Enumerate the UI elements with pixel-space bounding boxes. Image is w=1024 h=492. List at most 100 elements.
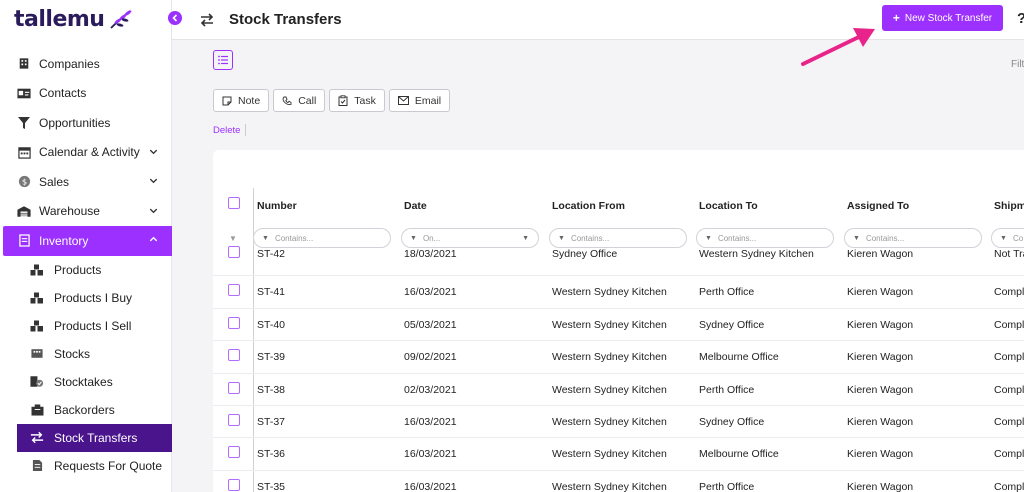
sidebar-subitem-requests-for-quote[interactable]: Requests For Quote [0, 452, 172, 480]
cell-date: 05/03/2021 [404, 318, 457, 331]
column-header-location-from[interactable]: Location From [552, 200, 625, 212]
delete-link[interactable]: Delete [213, 125, 240, 136]
sidebar-item-label: Sales [39, 174, 70, 189]
filter-label[interactable]: Filt [1011, 59, 1024, 70]
cell-location-to: Sydney Office [699, 318, 765, 331]
sidebar-item-warehouse[interactable]: Warehouse [0, 197, 172, 227]
table-row[interactable]: ST-36 16/03/2021 Western Sydney Kitchen Mel… [213, 438, 1024, 471]
sidebar-item-calendar-and-activity[interactable]: Calendar & Activity [0, 138, 172, 168]
new-stock-transfer-button[interactable]: + New Stock Transfer [882, 5, 1003, 31]
filter-icon: ▼ [558, 234, 565, 242]
column-header-number[interactable]: Number [257, 200, 297, 212]
note-icon [222, 96, 232, 105]
chevron-down-icon [148, 146, 160, 158]
cell-shipme: Not Tra [994, 248, 1024, 260]
cell-shipme: Compl [994, 448, 1024, 461]
cell-shipme: Compl [994, 351, 1024, 364]
row-checkbox[interactable] [228, 246, 240, 258]
sidebar-subitem-label: Requests For Quote [54, 458, 163, 473]
collapse-sidebar-button[interactable] [168, 11, 182, 25]
table-row[interactable]: ST-40 05/03/2021 Western Sydney Kitchen Syd… [213, 309, 1024, 342]
row-checkbox[interactable] [228, 414, 240, 426]
sidebar-subitem-stock-transfers[interactable]: Stock Transfers [17, 423, 172, 452]
cell-location-from: Western Sydney Kitchen [552, 351, 667, 364]
column-header-date[interactable]: Date [404, 200, 427, 212]
logo-text: tallemu [14, 6, 105, 32]
warehouse-icon [17, 204, 31, 218]
stock-transfers-grid: ▼ Number Date Location From Location To Assi… [213, 150, 1024, 492]
row-checkbox[interactable] [228, 349, 240, 362]
cell-assigned-to: Kieren Wagon [847, 448, 914, 461]
cell-number: ST-35 [257, 480, 286, 492]
sidebar-item-label: Opportunities [39, 115, 111, 130]
sidebar-nav: Companies Contacts Opportunities Calendar &… [0, 49, 172, 480]
call-button[interactable]: Call [273, 89, 326, 112]
sidebar-item-opportunities[interactable]: Opportunities [0, 108, 172, 138]
cell-location-from: Western Sydney Kitchen [552, 383, 667, 396]
table-row[interactable]: ST-41 16/03/2021 Western Sydney Kitchen Per… [213, 276, 1024, 309]
sidebar-item-contacts[interactable]: Contacts [0, 79, 172, 109]
filter-placeholder: Contains... [717, 233, 757, 243]
tallemu-logo[interactable]: tallemu [14, 4, 134, 34]
chevron-left-icon [172, 14, 178, 22]
cell-date: 18/03/2021 [404, 248, 457, 260]
phone-icon [282, 96, 292, 105]
table-row[interactable]: ST-39 09/02/2021 Western Sydney Kitchen Mel… [213, 341, 1024, 374]
document-icon [30, 459, 44, 473]
email-label: Email [414, 94, 442, 107]
row-checkbox[interactable] [228, 381, 240, 394]
sidebar-item-companies[interactable]: Companies [0, 49, 172, 79]
envelope-icon [397, 96, 409, 105]
filter-icon: ▼ [1000, 234, 1007, 242]
select-all-checkbox[interactable] [228, 197, 240, 209]
toolbar-divider [245, 124, 246, 136]
sidebar-subitem-products[interactable]: Products [0, 256, 172, 284]
sidebar-subitem-backorders[interactable]: Backorders [0, 396, 172, 424]
cell-location-to: Sydney Office [699, 416, 765, 428]
column-header-location-to[interactable]: Location To [699, 200, 758, 212]
row-checkbox[interactable] [228, 316, 240, 329]
filter-placeholder: Contains... [865, 233, 905, 243]
row-checkbox[interactable] [228, 478, 240, 491]
leaf-logo-icon [110, 10, 132, 29]
task-button[interactable]: Task [329, 89, 385, 112]
list-view-button[interactable] [213, 50, 233, 70]
sidebar-subitem-products-i-sell[interactable]: Products I Sell [0, 312, 172, 340]
sidebar-item-label: Inventory [39, 233, 89, 248]
row-checkbox[interactable] [228, 446, 240, 459]
sidebar-subitem-label: Products I Buy [54, 290, 133, 305]
cell-location-from: Western Sydney Kitchen [552, 480, 667, 492]
cell-assigned-to: Kieren Wagon [847, 416, 914, 428]
cell-assigned-to: Kieren Wagon [847, 286, 914, 299]
help-icon[interactable]: ? [1017, 10, 1024, 27]
boxes-icon [30, 263, 44, 277]
filter-icon: ▼ [262, 234, 269, 242]
backorder-icon [30, 403, 44, 417]
funnel-icon [17, 116, 31, 130]
table-row[interactable]: ST-35 16/03/2021 Western Sydney Kitchen Per… [213, 471, 1024, 492]
svg-text:$: $ [21, 177, 26, 187]
sidebar-subitem-stocktakes[interactable]: Stocktakes [0, 368, 172, 396]
sidebar-item-sales[interactable]: $ Sales [0, 167, 172, 197]
column-header-shipme[interactable]: Shipme [994, 200, 1024, 212]
sidebar-item-label: Companies [39, 56, 100, 71]
cell-number: ST-36 [257, 448, 286, 461]
building-icon [17, 57, 31, 71]
filter-placeholder: Co [1012, 233, 1024, 243]
column-header-assigned-to[interactable]: Assigned To [847, 200, 909, 212]
email-button[interactable]: Email [388, 89, 451, 112]
table-row[interactable]: ST-42 18/03/2021 Sydney Office Western Sydn… [213, 244, 1024, 277]
sidebar-subitem-products-i-buy[interactable]: Products I Buy [0, 284, 172, 312]
note-button[interactable]: Note [213, 89, 270, 112]
task-label: Task [354, 94, 376, 107]
sidebar-item-inventory[interactable]: Inventory [3, 226, 172, 256]
table-row[interactable]: ST-38 02/03/2021 Western Sydney Kitchen Per… [213, 374, 1024, 406]
filter-icon: ▼ [705, 234, 712, 242]
cell-location-to: Melbourne Office [699, 448, 779, 461]
row-checkbox[interactable] [228, 284, 240, 297]
sidebar-subitem-label: Stock Transfers [54, 430, 138, 445]
table-row[interactable]: ST-37 16/03/2021 Western Sydney Kitchen Syd… [213, 406, 1024, 439]
filter-funnel-icon: ▼ [229, 234, 237, 243]
cell-date: 02/03/2021 [404, 383, 457, 396]
sidebar-subitem-stocks[interactable]: Stocks [0, 340, 172, 368]
